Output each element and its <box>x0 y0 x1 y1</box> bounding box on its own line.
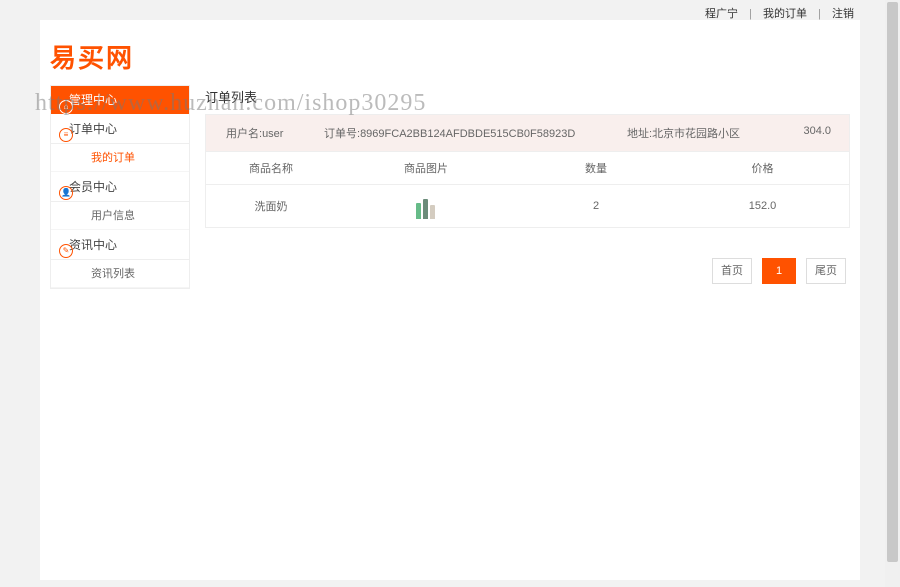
cell-product-image <box>336 185 516 228</box>
order-address: 地址:北京市花园路小区 <box>619 115 779 151</box>
scrollbar-track[interactable] <box>885 0 900 587</box>
sidebar-item-user-info[interactable]: 用户信息 <box>51 202 189 230</box>
separator: | <box>818 8 821 20</box>
col-header-qty: 数量 <box>516 152 676 185</box>
sidebar-section-label: 订单中心 <box>69 122 117 136</box>
pagination: 首页 1 尾页 <box>205 258 850 284</box>
topbar-user[interactable]: 程广宁 <box>705 8 738 20</box>
list-icon: ≡ <box>59 128 73 142</box>
news-icon: ✎ <box>59 244 73 258</box>
col-header-price: 价格 <box>676 152 849 185</box>
order-summary-row: 用户名:user 订单号:8969FCA2BB124AFDBDE515CB0F5… <box>206 115 849 151</box>
sidebar-section-label: 会员中心 <box>69 180 117 194</box>
sidebar-item-news-list[interactable]: 资讯列表 <box>51 260 189 288</box>
cell-qty: 2 <box>516 185 676 228</box>
site-logo[interactable]: 易买网 <box>50 38 860 75</box>
page-first-button[interactable]: 首页 <box>712 258 752 284</box>
sidebar-section-member[interactable]: 👤 会员中心 <box>51 172 189 202</box>
sidebar-item-my-orders[interactable]: 我的订单 <box>51 144 189 172</box>
sidebar-section-news[interactable]: ✎ 资讯中心 <box>51 230 189 260</box>
order-total: 304.0 <box>779 115 849 151</box>
scrollbar-thumb[interactable] <box>887 2 898 562</box>
product-thumbnail <box>410 193 442 219</box>
user-icon: 👤 <box>59 186 73 200</box>
separator: | <box>749 8 752 20</box>
topbar-my-orders[interactable]: 我的订单 <box>763 8 807 20</box>
order-items-table: 商品名称 商品图片 数量 价格 洗面奶 <box>206 151 849 227</box>
page-last-button[interactable]: 尾页 <box>806 258 846 284</box>
panel-title: 订单列表 <box>205 85 850 106</box>
col-header-image: 商品图片 <box>336 152 516 185</box>
order-user: 用户名:user <box>206 115 316 151</box>
cell-product-name: 洗面奶 <box>206 185 336 228</box>
sidebar-section-label: 资讯中心 <box>69 238 117 252</box>
home-icon: ⌂ <box>59 100 73 114</box>
page-number-button[interactable]: 1 <box>762 258 796 284</box>
cell-price: 152.0 <box>676 185 849 228</box>
table-row: 洗面奶 2 152.0 <box>206 185 849 228</box>
col-header-name: 商品名称 <box>206 152 336 185</box>
sidebar-header-label: 管理中心 <box>69 93 117 107</box>
sidebar-section-orders[interactable]: ≡ 订单中心 <box>51 114 189 144</box>
sidebar: ⌂ 管理中心 ≡ 订单中心 我的订单 👤 会员中心 用户信息 ✎ 资讯中心 资 <box>50 85 190 289</box>
topbar-logout[interactable]: 注销 <box>832 8 854 20</box>
order-number: 订单号:8969FCA2BB124AFDBDE515CB0F58923D <box>316 115 619 151</box>
sidebar-header: ⌂ 管理中心 <box>51 86 189 114</box>
top-bar: 程广宁 | 我的订单 | 注销 <box>0 0 900 20</box>
order-block: 用户名:user 订单号:8969FCA2BB124AFDBDE515CB0F5… <box>205 114 850 228</box>
